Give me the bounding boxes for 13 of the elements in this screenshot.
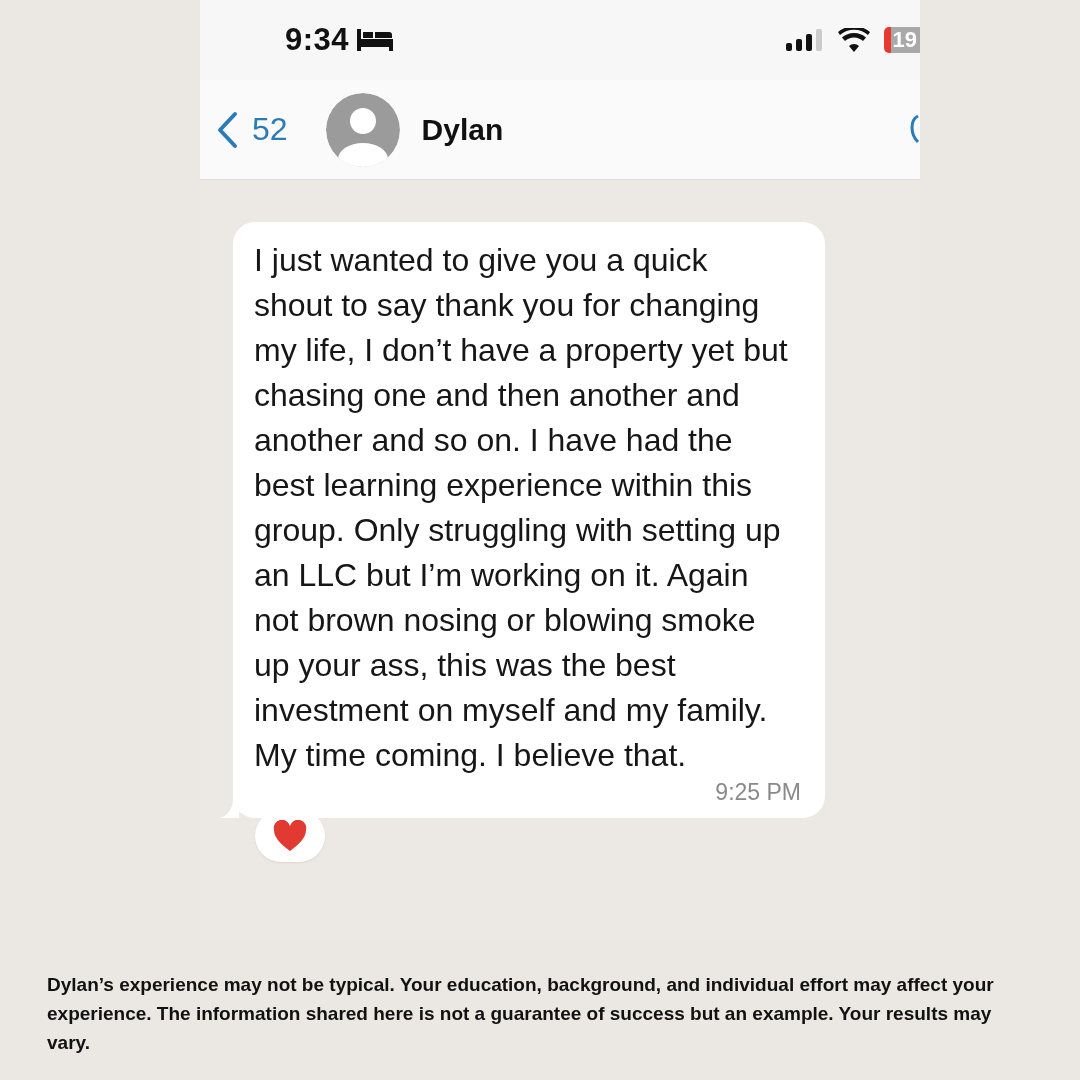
chevron-left-icon — [216, 110, 238, 149]
signal-icon — [785, 29, 824, 51]
status-time: 9:34 — [285, 22, 350, 58]
message-text: I just wanted to give you a quick shout to say thank you for changing my life, I don’t have a property yet but chasing one and then another and another and so on. I have had the best learning experience within this group. Only struggling with setting up an LLC but I’m working on it. Again not brown nosing or blowing smoke up your ass, this was the best investment on myself and my family. My time coming. I believe that. — [254, 241, 789, 775]
bed-icon — [357, 29, 394, 51]
disclaimer-text: Dylan’s experience may not be typical. Your education, background, and individual effort may affect your experience. The information shared here is not a guarantee of success but an example. Your results may vary. — [47, 973, 995, 1055]
wifi-icon — [837, 28, 870, 52]
back-button[interactable]: 52 — [216, 110, 288, 149]
avatar-icon[interactable] — [325, 92, 400, 167]
reaction-badge[interactable] — [255, 810, 325, 862]
message-time: 9:25 PM — [715, 778, 802, 806]
heart-icon — [273, 820, 307, 852]
contact-name: Dylan — [421, 112, 504, 147]
